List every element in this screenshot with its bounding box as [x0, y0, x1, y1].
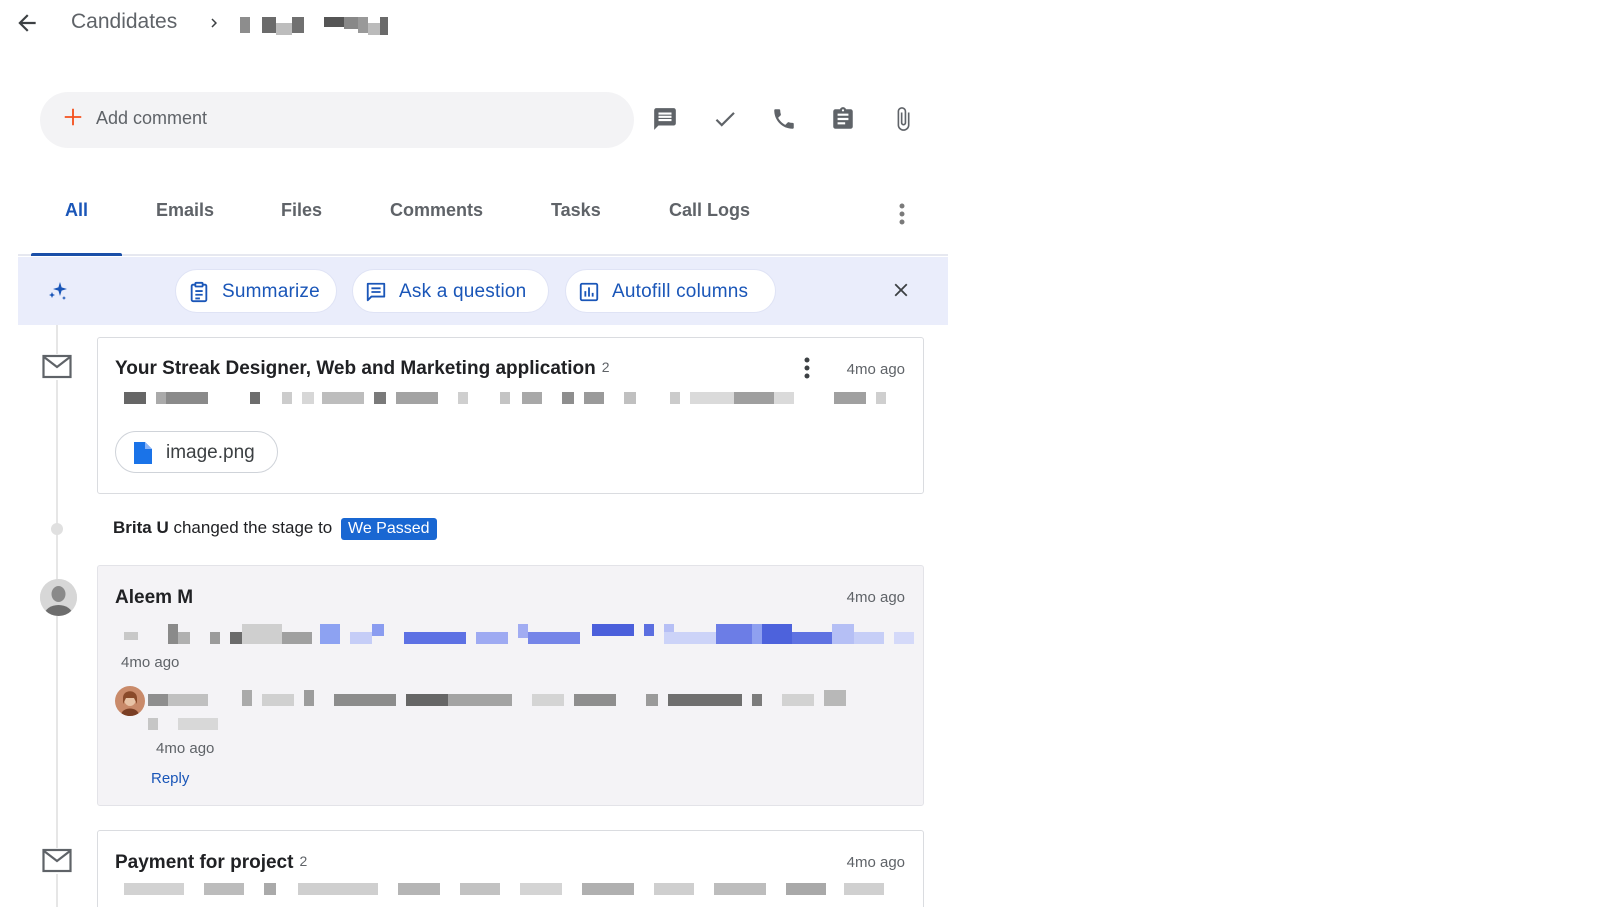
- tab-tasks[interactable]: Tasks: [551, 200, 601, 221]
- email-timestamp: 4mo ago: [846, 361, 905, 378]
- ai-assist-bar: Summarize Ask a question Autofill column…: [18, 257, 948, 325]
- email-subject: Payment for project 2: [115, 852, 308, 873]
- add-comment-input[interactable]: Add comment: [40, 92, 634, 148]
- plus-icon: [64, 108, 82, 126]
- reply-avatar: [115, 686, 145, 716]
- mail-icon: [42, 354, 72, 380]
- summarize-label: Summarize: [222, 281, 320, 302]
- comment-timestamp: 4mo ago: [846, 589, 905, 606]
- email-snippet-redacted: [124, 392, 894, 404]
- thread-count: 2: [299, 853, 308, 869]
- autofill-columns-label: Autofill columns: [612, 281, 749, 302]
- chat-icon: [366, 282, 386, 302]
- sparkle-icon: [49, 282, 67, 300]
- breadcrumb-candidate-name-redacted: [240, 15, 390, 37]
- chart-icon: [579, 282, 599, 302]
- reply-body-redacted: [148, 690, 858, 730]
- file-icon: [134, 442, 152, 464]
- task-check-icon[interactable]: [712, 106, 738, 132]
- more-vert-icon[interactable]: [894, 200, 910, 228]
- attachment-chip[interactable]: image.png: [115, 431, 278, 473]
- activity-tabs: All Emails Files Comments Tasks Call Log…: [18, 180, 948, 256]
- tab-emails[interactable]: Emails: [156, 200, 214, 221]
- more-vert-icon[interactable]: [800, 356, 814, 382]
- reply-timestamp: 4mo ago: [156, 740, 215, 757]
- breadcrumb: Candidates: [0, 0, 960, 48]
- tab-call-logs[interactable]: Call Logs: [669, 200, 750, 221]
- reply-button[interactable]: Reply: [151, 770, 189, 787]
- email-thread-card[interactable]: Payment for project 2 4mo ago: [97, 830, 924, 907]
- ask-question-button[interactable]: Ask a question: [352, 269, 549, 313]
- avatar: [40, 579, 77, 616]
- stage-badge: We Passed: [341, 518, 437, 540]
- chevron-right-icon: [211, 18, 217, 28]
- comment-icon[interactable]: [652, 106, 678, 132]
- back-arrow-icon[interactable]: [14, 10, 40, 36]
- comment-sub-timestamp: 4mo ago: [121, 654, 180, 671]
- stage-change-event: Brita U changed the stage to We Passed: [113, 518, 437, 540]
- comment-author: Aleem M: [115, 587, 194, 608]
- attachment-filename: image.png: [166, 442, 255, 463]
- timeline-line: [56, 325, 58, 907]
- active-tab-indicator: [31, 253, 122, 256]
- tab-all[interactable]: All: [65, 200, 88, 221]
- thread-count: 2: [601, 359, 610, 375]
- email-snippet-redacted: [124, 883, 894, 895]
- clipboard-icon: [190, 281, 208, 303]
- comment-body-redacted: [124, 624, 914, 644]
- email-subject: Your Streak Designer, Web and Marketing …: [115, 358, 610, 379]
- phone-icon[interactable]: [771, 106, 797, 132]
- email-thread-card[interactable]: Your Streak Designer, Web and Marketing …: [97, 337, 924, 494]
- email-timestamp: 4mo ago: [846, 854, 905, 871]
- clipboard-icon[interactable]: [830, 106, 856, 132]
- person-avatar-icon: [115, 686, 145, 716]
- add-comment-placeholder: Add comment: [96, 108, 208, 128]
- stage-change-actor: Brita U: [113, 518, 169, 537]
- ask-question-label: Ask a question: [399, 281, 527, 302]
- timeline-dot: [51, 523, 63, 535]
- mail-icon: [42, 848, 72, 874]
- breadcrumb-candidates-link[interactable]: Candidates: [71, 10, 177, 34]
- stage-change-text: changed the stage to: [173, 518, 333, 537]
- comment-card[interactable]: Aleem M 4mo ago 4mo ago 4mo ago Reply: [97, 565, 924, 806]
- tab-files[interactable]: Files: [281, 200, 322, 221]
- autofill-columns-button[interactable]: Autofill columns: [565, 269, 776, 313]
- close-icon[interactable]: [890, 279, 912, 301]
- summarize-button[interactable]: Summarize: [175, 269, 337, 313]
- person-avatar-icon: [40, 579, 77, 616]
- tab-comments[interactable]: Comments: [390, 200, 483, 221]
- attachment-icon[interactable]: [890, 106, 916, 132]
